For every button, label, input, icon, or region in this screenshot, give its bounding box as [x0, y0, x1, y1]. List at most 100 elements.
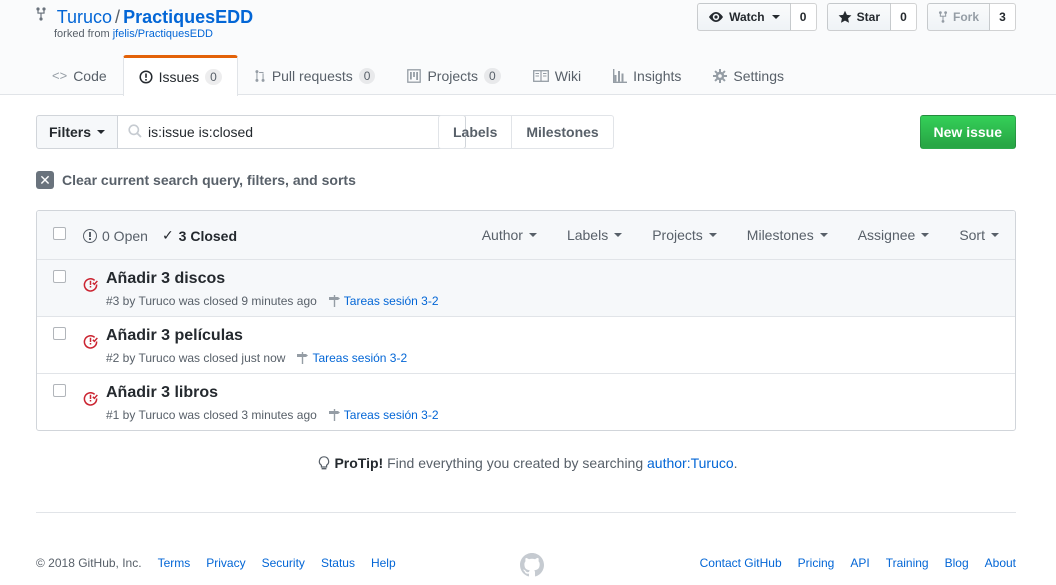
- tab-issues[interactable]: Issues 0: [122, 55, 238, 96]
- tab-code[interactable]: <> Code: [36, 55, 123, 95]
- issue-title-link[interactable]: Añadir 3 libros: [106, 384, 218, 402]
- tab-pull-requests-label: Pull requests: [271, 67, 353, 84]
- footer-link-help[interactable]: Help: [371, 556, 396, 570]
- footer-link-training[interactable]: Training: [886, 556, 929, 570]
- labels-link[interactable]: Labels: [438, 115, 513, 149]
- fork-button[interactable]: Fork: [926, 3, 990, 31]
- footer-link-terms[interactable]: Terms: [158, 556, 191, 570]
- tab-wiki-label: Wiki: [554, 67, 582, 84]
- footer-link-pricing[interactable]: Pricing: [798, 556, 835, 570]
- issue-opened-icon: [83, 228, 97, 243]
- eye-icon: [709, 12, 724, 22]
- milestone-icon: [297, 352, 309, 364]
- tab-settings[interactable]: Settings: [697, 55, 800, 95]
- star-label: Star: [856, 10, 880, 24]
- filter-sort[interactable]: Sort: [959, 227, 999, 243]
- light-bulb-icon: [319, 456, 330, 470]
- milestones-link[interactable]: Milestones: [512, 115, 614, 149]
- book-icon: [532, 69, 549, 82]
- forked-from: forked from jfelis/PractiquesEDD: [54, 28, 213, 40]
- issue-checkbox[interactable]: [53, 270, 66, 283]
- footer-link-status[interactable]: Status: [321, 556, 355, 570]
- filter-assignee[interactable]: Assignee: [858, 227, 930, 243]
- issue-checkbox[interactable]: [53, 327, 66, 340]
- filter-author[interactable]: Author: [482, 227, 537, 243]
- repo-nav: <> Code Issues 0 Pull requests 0 Project…: [36, 55, 800, 96]
- footer-link-about[interactable]: About: [985, 556, 1016, 570]
- tab-wiki[interactable]: Wiki: [517, 55, 597, 95]
- tab-pull-requests[interactable]: Pull requests 0: [238, 55, 392, 95]
- protip-end: .: [733, 455, 738, 471]
- footer-link-api[interactable]: API: [850, 556, 869, 570]
- graph-icon: [613, 68, 628, 83]
- issue-states: 0 Open ✓ 3 Closed: [83, 227, 237, 244]
- pagehead-actions: Watch 0 Star 0 Fork 3: [697, 3, 1016, 31]
- star-icon: [838, 10, 852, 23]
- issue-row[interactable]: Añadir 3 libros #1 by Turuco was closed …: [37, 374, 1015, 431]
- footer-link-privacy[interactable]: Privacy: [206, 556, 245, 570]
- issue-milestone-link[interactable]: Tareas sesión 3-2: [328, 294, 439, 308]
- star-button[interactable]: Star: [826, 3, 891, 31]
- footer-left: © 2018 GitHub, Inc. Terms Privacy Securi…: [36, 556, 396, 570]
- issue-row[interactable]: Añadir 3 discos #3 by Turuco was closed …: [37, 260, 1015, 317]
- issue-meta-text: #2 by Turuco was closed just now: [106, 351, 286, 365]
- chevron-down-icon: [528, 233, 537, 237]
- gear-icon: [713, 68, 728, 83]
- protip: ProTip! Find everything you created by s…: [0, 455, 1056, 471]
- fork-count[interactable]: 3: [990, 3, 1016, 31]
- repo-header: Turuco / PractiquesEDD forked from jfelis/…: [0, 0, 1056, 96]
- closed-count: 3 Closed: [178, 227, 238, 244]
- issue-meta: #2 by Turuco was closed just now Tareas …: [106, 351, 407, 365]
- tab-insights[interactable]: Insights: [597, 55, 697, 95]
- select-all-checkbox[interactable]: [53, 227, 66, 240]
- filter-milestones[interactable]: Milestones: [747, 227, 828, 243]
- tab-issues-label: Issues: [158, 69, 200, 85]
- forked-from-link[interactable]: jfelis/PractiquesEDD: [113, 28, 213, 40]
- star-count[interactable]: 0: [890, 3, 917, 31]
- protip-label: ProTip!: [334, 455, 384, 471]
- issue-closed-icon: [83, 278, 98, 292]
- open-issues-link[interactable]: 0 Open: [83, 227, 148, 244]
- search-input[interactable]: [148, 116, 429, 148]
- github-mark-icon[interactable]: [520, 553, 544, 577]
- chevron-down-icon: [991, 233, 999, 237]
- footer-link-security[interactable]: Security: [262, 556, 305, 570]
- watch-count[interactable]: 0: [790, 3, 817, 31]
- footer-link-contact[interactable]: Contact GitHub: [700, 556, 782, 570]
- search-icon: [128, 124, 142, 138]
- clear-query-link[interactable]: ✕ Clear current search query, filters, a…: [36, 171, 356, 189]
- filter-milestones-label: Milestones: [746, 227, 814, 243]
- watch-button[interactable]: Watch: [697, 3, 791, 31]
- issue-meta-text: #3 by Turuco was closed 9 minutes ago: [106, 294, 317, 308]
- closed-issues-link[interactable]: ✓ 3 Closed: [162, 227, 237, 244]
- new-issue-button[interactable]: New issue: [919, 115, 1016, 149]
- clear-query-label: Clear current search query, filters, and…: [62, 172, 356, 188]
- issue-row[interactable]: Añadir 3 películas #2 by Turuco was clos…: [37, 317, 1015, 374]
- repo-title: Turuco / PractiquesEDD: [36, 6, 253, 28]
- footer-copyright: © 2018 GitHub, Inc.: [36, 556, 142, 570]
- fork-group: Fork 3: [926, 3, 1016, 31]
- chevron-down-icon: [921, 233, 930, 237]
- check-icon: ✓: [161, 227, 174, 243]
- filters-button[interactable]: Filters: [36, 115, 119, 149]
- issue-title-link[interactable]: Añadir 3 películas: [106, 327, 243, 345]
- git-pull-request-icon: [255, 69, 265, 82]
- tab-code-label: Code: [73, 67, 107, 84]
- filters-label: Filters: [49, 124, 92, 140]
- issue-checkbox[interactable]: [53, 384, 66, 397]
- issue-opened-icon: [139, 70, 153, 84]
- repo-owner-link[interactable]: Turuco: [57, 7, 112, 27]
- tab-pull-requests-counter: 0: [358, 67, 376, 84]
- code-icon: <>: [52, 68, 68, 83]
- tab-projects-counter: 0: [484, 67, 501, 84]
- filter-projects[interactable]: Projects: [652, 227, 717, 243]
- repo-name-link[interactable]: PractiquesEDD: [123, 7, 253, 27]
- labels-milestones-group: Labels Milestones: [438, 115, 614, 149]
- protip-author-link[interactable]: author:Turuco: [647, 455, 734, 471]
- filter-labels[interactable]: Labels: [567, 227, 623, 243]
- issue-milestone-link[interactable]: Tareas sesión 3-2: [297, 351, 407, 365]
- footer-link-blog[interactable]: Blog: [945, 556, 969, 570]
- issue-title-link[interactable]: Añadir 3 discos: [106, 270, 225, 288]
- issue-milestone-link[interactable]: Tareas sesión 3-2: [328, 408, 439, 422]
- tab-projects[interactable]: Projects 0: [391, 55, 516, 95]
